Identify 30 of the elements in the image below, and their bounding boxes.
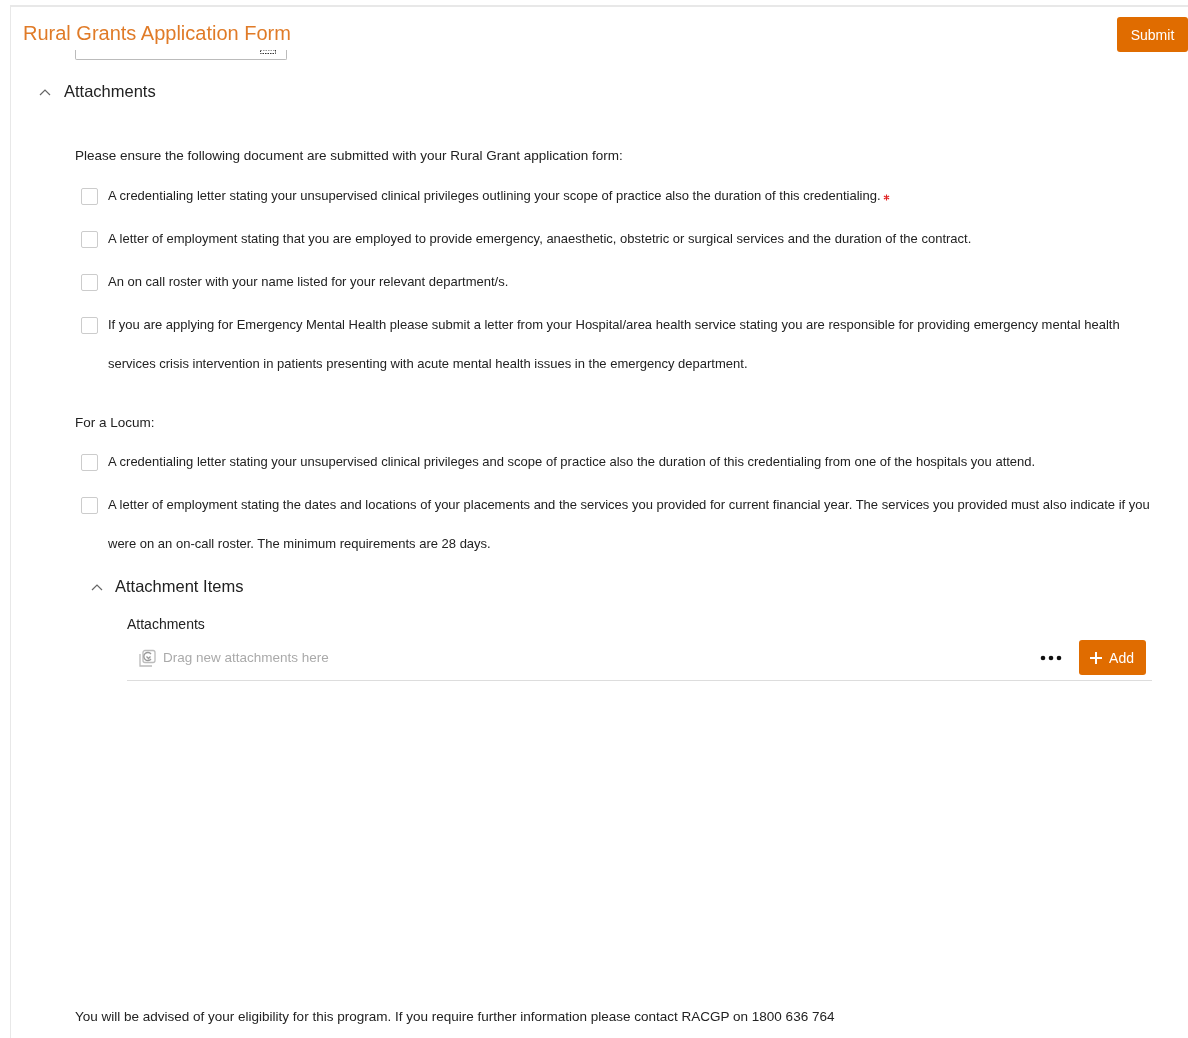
checkbox[interactable]: [81, 497, 98, 514]
checkbox-label: A credentialing letter stating your unsupervised clinical privileges and scope of practice also the duration of this credentialing from one of the hospitals you attend.: [108, 453, 1036, 471]
plus-icon: [1089, 650, 1104, 665]
attachment-drop-zone[interactable]: Drag new attachments here Add: [127, 640, 1152, 681]
calendar-icon[interactable]: [260, 50, 276, 54]
attachment-drop-icon: [137, 648, 157, 667]
checkbox-label: A letter of employment stating that you are employed to provide emergency, anaesthetic, obstetric or surgical services and the duration of the contract.: [108, 230, 972, 248]
more-icon[interactable]: [1040, 654, 1063, 661]
section-title[interactable]: Attachments: [64, 82, 156, 101]
checkbox-label: A letter of employment stating the dates and locations of your placements and the services you provided for current financial year. The services you provided must also indicate if you were on an on-call roster. The minimum requirements are 28 days.: [108, 496, 1151, 553]
chevron-up-icon[interactable]: [91, 582, 103, 591]
add-button[interactable]: Add: [1079, 640, 1146, 675]
checkbox-label: If you are applying for Emergency Mental Health please submit a letter from your Hospital/area health service stating you are responsible for providing emergency mental health services crisis intervention in patients presenting with acute mental health issues in the emergency department.: [108, 316, 1121, 373]
intro-text: Please ensure the following document are submitted with your Rural Grant application form:: [75, 148, 624, 163]
checkbox-label: A credentialing letter stating your unsupervised clinical privileges outlining your scope of practice also the duration of this credentialing.: [108, 187, 881, 205]
checkbox[interactable]: [81, 188, 98, 205]
submit-button[interactable]: Submit: [1117, 17, 1188, 52]
locum-label: For a Locum:: [75, 415, 156, 430]
form-title: Rural Grants Application Form: [23, 22, 291, 45]
checkbox-label: An on call roster with your name listed for your relevant department/s.: [108, 273, 509, 291]
checkbox[interactable]: [81, 231, 98, 248]
footer-note: You will be advised of your eligibility for this program. If you require further information please contact RACGP on 1800 636 764: [75, 1009, 836, 1024]
chevron-up-icon[interactable]: [39, 87, 51, 96]
checkbox[interactable]: [81, 454, 98, 471]
drop-zone-placeholder: Drag new attachments here: [163, 650, 330, 665]
attachments-label: Attachments: [127, 616, 206, 632]
checkbox[interactable]: [81, 317, 98, 334]
checkbox[interactable]: [81, 274, 98, 291]
subsection-title[interactable]: Attachment Items: [115, 577, 244, 596]
date-field[interactable]: [75, 50, 287, 60]
